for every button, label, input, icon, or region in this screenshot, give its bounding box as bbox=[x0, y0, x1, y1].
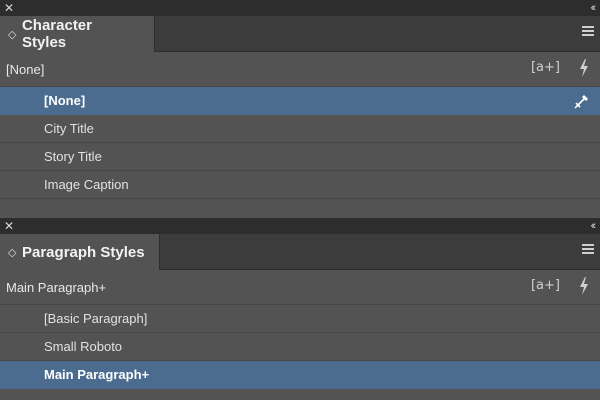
list-item[interactable]: Main Paragraph+ bbox=[0, 361, 600, 389]
close-icon[interactable]: ✕ bbox=[4, 0, 14, 16]
tab-paragraph-styles[interactable]: ◇ Paragraph Styles bbox=[0, 234, 160, 270]
clear-overrides-icon[interactable] bbox=[574, 93, 590, 109]
list-item[interactable]: [None] bbox=[0, 87, 600, 115]
list-item[interactable]: Image Caption bbox=[0, 171, 600, 199]
panel-title: Character Styles bbox=[21, 17, 92, 51]
tab-chevron-icon: ◇ bbox=[8, 28, 17, 41]
close-icon[interactable]: ✕ bbox=[4, 218, 14, 234]
current-style-row: Main Paragraph+ [a+] bbox=[0, 270, 600, 305]
panel-title: Paragraph Styles bbox=[22, 243, 145, 261]
tab-chevron-icon: ◇ bbox=[8, 246, 17, 259]
panel-tab-bar: ◇ Character Styles bbox=[0, 16, 600, 52]
list-item-label: Main Paragraph+ bbox=[44, 367, 150, 382]
panel-top-strip: ✕ ‹‹ bbox=[0, 218, 600, 234]
panel-top-strip: ✕ ‹‹ bbox=[0, 0, 600, 16]
list-item[interactable]: City Title bbox=[0, 115, 600, 143]
current-style-row: [None] [a+] bbox=[0, 52, 600, 87]
collapse-icon[interactable]: ‹‹ bbox=[591, 218, 597, 234]
hamburger-menu-icon[interactable] bbox=[582, 244, 594, 256]
list-item[interactable]: Small Roboto bbox=[0, 333, 600, 361]
new-style-from-selection-icon[interactable]: [a+] bbox=[531, 278, 560, 293]
list-item-label: Story Title bbox=[44, 149, 102, 164]
list-item-label: Small Roboto bbox=[44, 339, 123, 354]
list-item-label: Image Caption bbox=[44, 177, 129, 192]
list-item[interactable]: Story Title bbox=[0, 143, 600, 171]
list-item[interactable]: [Basic Paragraph] bbox=[0, 305, 600, 333]
tab-character-styles[interactable]: ◇ Character Styles bbox=[0, 16, 155, 52]
quick-apply-icon[interactable] bbox=[578, 59, 590, 77]
list-item-label: [Basic Paragraph] bbox=[44, 311, 148, 326]
new-style-from-selection-icon[interactable]: [a+] bbox=[531, 60, 560, 75]
panel-tab-bar: ◇ Paragraph Styles bbox=[0, 234, 600, 270]
character-styles-panel: ✕ ‹‹ ◇ Character Styles [None] [a+] [Non… bbox=[0, 0, 600, 218]
paragraph-styles-panel: ✕ ‹‹ ◇ Paragraph Styles Main Paragraph+ … bbox=[0, 218, 600, 400]
quick-apply-icon[interactable] bbox=[578, 277, 590, 295]
current-style-label: [None] bbox=[6, 61, 45, 77]
list-item-label: [None] bbox=[44, 93, 86, 108]
list-item-label: City Title bbox=[44, 121, 94, 136]
collapse-icon[interactable]: ‹‹ bbox=[591, 0, 597, 16]
current-style-label: Main Paragraph+ bbox=[6, 279, 107, 295]
hamburger-menu-icon[interactable] bbox=[582, 26, 594, 38]
